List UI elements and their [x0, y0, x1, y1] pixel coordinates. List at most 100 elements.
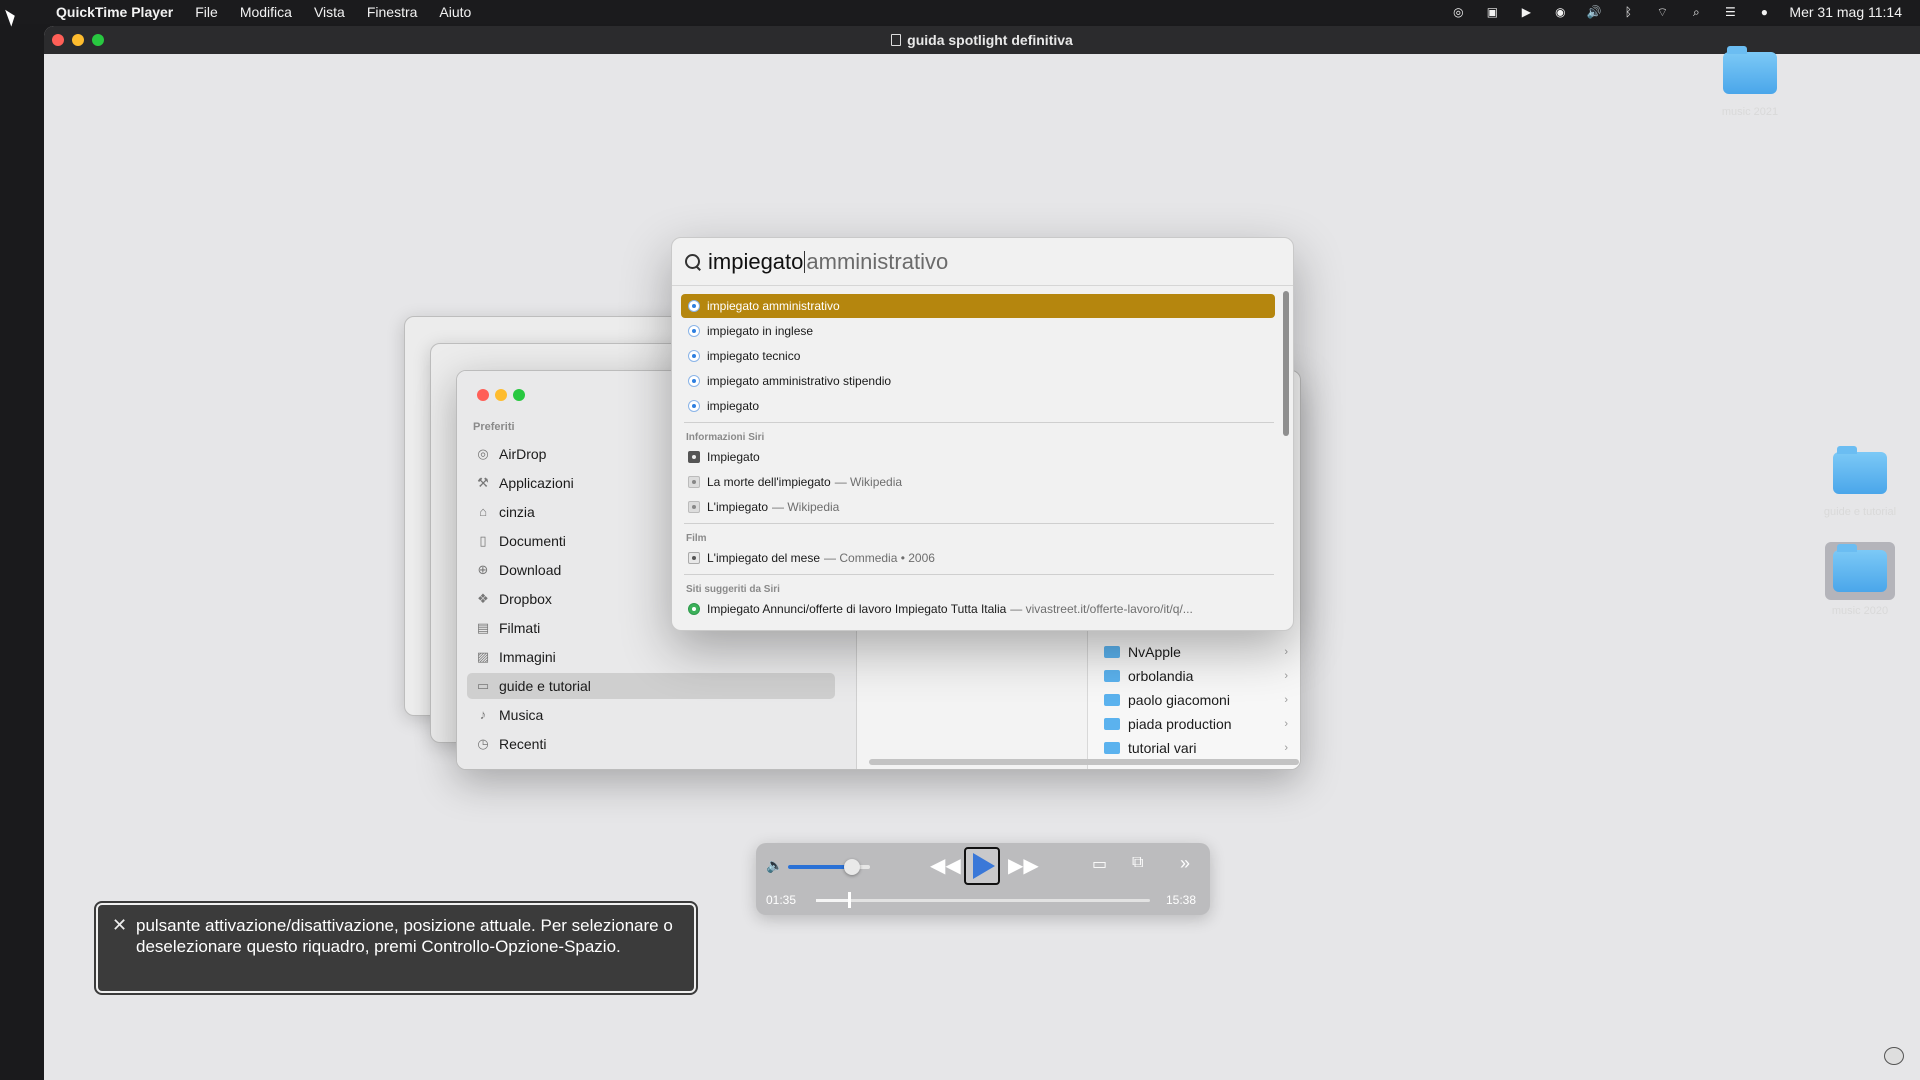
chevron-right-icon: ›: [1284, 694, 1288, 706]
wifi-icon[interactable]: ⌔: [1653, 5, 1671, 19]
safari-suggestion-icon: [688, 325, 700, 337]
airdrop-icon: ◎: [477, 446, 489, 461]
siri-icon[interactable]: ●: [1755, 5, 1773, 19]
spotlight-scrollbar[interactable]: [1283, 291, 1289, 436]
search-query[interactable]: impiegato: [708, 249, 803, 275]
fast-forward-button[interactable]: ▶▶: [1008, 853, 1039, 878]
picture-in-picture-button[interactable]: ⧉: [1132, 854, 1143, 872]
website-icon: [688, 603, 700, 615]
volume-slider[interactable]: [788, 859, 870, 875]
menu-modifica[interactable]: Modifica: [240, 4, 292, 20]
safari-suggestion-icon: [688, 300, 700, 312]
menu-clock[interactable]: Mer 31 mag 11:14: [1789, 4, 1902, 20]
spotlight-search-icon[interactable]: ⌕: [1687, 5, 1705, 19]
wikipedia-icon: [688, 476, 700, 488]
section-divider: [684, 574, 1274, 575]
folder-icon: [1833, 446, 1887, 494]
film-result-row[interactable]: L'impiegato del mese — Commedia • 2006: [681, 546, 1275, 570]
current-time: 01:35: [766, 893, 797, 907]
folder-icon: [1104, 742, 1120, 754]
voiceover-caption-text: pulsante attivazione/disattivazione, pos…: [136, 916, 673, 956]
section-header-sites: Siti suggeriti da Siri: [686, 584, 780, 595]
seek-fill: [816, 899, 850, 902]
section-divider: [684, 523, 1274, 524]
spotlight-search-field[interactable]: impiegato amministrativo: [672, 238, 1293, 286]
section-header-film: Film: [686, 533, 707, 544]
section-divider: [684, 422, 1274, 423]
suggestion-row[interactable]: impiegato tecnico: [681, 344, 1275, 368]
applications-icon: ⚒: [477, 475, 489, 490]
folder-icon: [1104, 646, 1120, 658]
suggestion-row[interactable]: impiegato amministrativo: [681, 294, 1275, 318]
total-time: 15:38: [1166, 893, 1197, 907]
play-circle-icon[interactable]: ▶: [1517, 5, 1535, 19]
column-item-orbolandia[interactable]: orbolandia ›: [1104, 665, 1294, 687]
film-icon: ▤: [476, 620, 490, 635]
volume-icon[interactable]: 🔊: [1585, 5, 1603, 19]
menu-finestra[interactable]: Finestra: [367, 4, 418, 20]
sidebar-item-immagini[interactable]: ▨ Immagini: [467, 644, 835, 670]
close-icon[interactable]: ✕: [112, 915, 127, 936]
rewind-button[interactable]: ◀◀: [930, 853, 961, 878]
download-icon: ⊕: [477, 562, 489, 577]
seek-knob[interactable]: [848, 892, 852, 908]
folder-icon: ▭: [476, 678, 490, 693]
column-item-paolo-giacomoni[interactable]: paolo giacomoni ›: [1104, 689, 1294, 711]
folder-icon: [1723, 46, 1777, 94]
minimize-button[interactable]: [495, 389, 507, 401]
desktop-folder-music-2021[interactable]: music 2021: [1710, 46, 1790, 118]
siri-knowledge-icon: [688, 451, 700, 463]
more-options-button[interactable]: »: [1180, 853, 1190, 874]
siri-result-row[interactable]: L'impiegato — Wikipedia: [681, 495, 1275, 519]
horizontal-scrollbar[interactable]: [869, 759, 1299, 765]
close-button[interactable]: [477, 389, 489, 401]
chevron-right-icon: ›: [1284, 742, 1288, 754]
play-button[interactable]: [964, 847, 1000, 885]
folder-icon: [1104, 718, 1120, 730]
creative-cloud-icon[interactable]: ◎: [1449, 5, 1467, 19]
folder-icon: [1833, 544, 1887, 592]
desktop-folder-guide-e-tutorial[interactable]: guide e tutorial: [1814, 446, 1906, 518]
airdrop-status-icon[interactable]: ◉: [1551, 5, 1569, 19]
volume-knob[interactable]: [843, 859, 860, 875]
suggestion-row[interactable]: impiegato: [681, 394, 1275, 418]
wikipedia-icon: [688, 501, 700, 513]
sidebar-section-header: Preferiti: [473, 421, 515, 433]
image-icon: ▨: [476, 649, 490, 664]
menu-file[interactable]: File: [195, 4, 218, 20]
site-result-row[interactable]: Impiegato Annunci/offerte di lavoro Impi…: [681, 597, 1275, 621]
volume-icon[interactable]: 🔈: [766, 857, 783, 874]
film-icon: [688, 552, 700, 564]
control-center-icon[interactable]: ☰: [1721, 5, 1739, 19]
dropbox-icon: ❖: [477, 591, 489, 606]
text-caret: [804, 250, 806, 273]
screenshot-icon[interactable]: ▣: [1483, 5, 1501, 19]
menu-aiuto[interactable]: Aiuto: [439, 4, 471, 20]
folder-icon: [1104, 694, 1120, 706]
column-item-nvapple[interactable]: NvApple ›: [1104, 641, 1294, 663]
column-item-tutorial-vari[interactable]: tutorial vari ›: [1104, 737, 1294, 759]
menu-app-name[interactable]: QuickTime Player: [56, 4, 173, 20]
chevron-right-icon: ›: [1284, 670, 1288, 682]
play-icon: [973, 853, 995, 879]
suggestion-row[interactable]: impiegato amministrativo stipendio: [681, 369, 1275, 393]
home-icon: ⌂: [479, 504, 487, 519]
airplay-button[interactable]: ▭: [1092, 854, 1107, 874]
sidebar-item-guide-e-tutorial[interactable]: ▭ guide e tutorial: [467, 673, 835, 699]
bluetooth-icon[interactable]: ᛒ: [1619, 5, 1637, 19]
sidebar-item-musica[interactable]: ♪ Musica: [467, 702, 835, 728]
siri-result-row[interactable]: La morte dell'impiegato — Wikipedia: [681, 470, 1275, 494]
chevron-right-icon: ›: [1284, 646, 1288, 658]
seek-bar[interactable]: [816, 892, 1150, 908]
sidebar-item-recenti[interactable]: ◷ Recenti: [467, 731, 835, 757]
spotlight-panel: impiegato amministrativo impiegato ammin…: [671, 237, 1294, 631]
suggestion-row[interactable]: impiegato in inglese: [681, 319, 1275, 343]
safari-suggestion-icon: [688, 350, 700, 362]
menu-vista[interactable]: Vista: [314, 4, 345, 20]
desktop-folder-music-2020[interactable]: music 2020: [1814, 542, 1906, 617]
clock-icon: ◷: [477, 736, 489, 751]
captions-icon[interactable]: [1884, 1047, 1904, 1065]
siri-result-row[interactable]: Impiegato: [681, 445, 1275, 469]
column-item-piada-production[interactable]: piada production ›: [1104, 713, 1294, 735]
zoom-button[interactable]: [513, 389, 525, 401]
